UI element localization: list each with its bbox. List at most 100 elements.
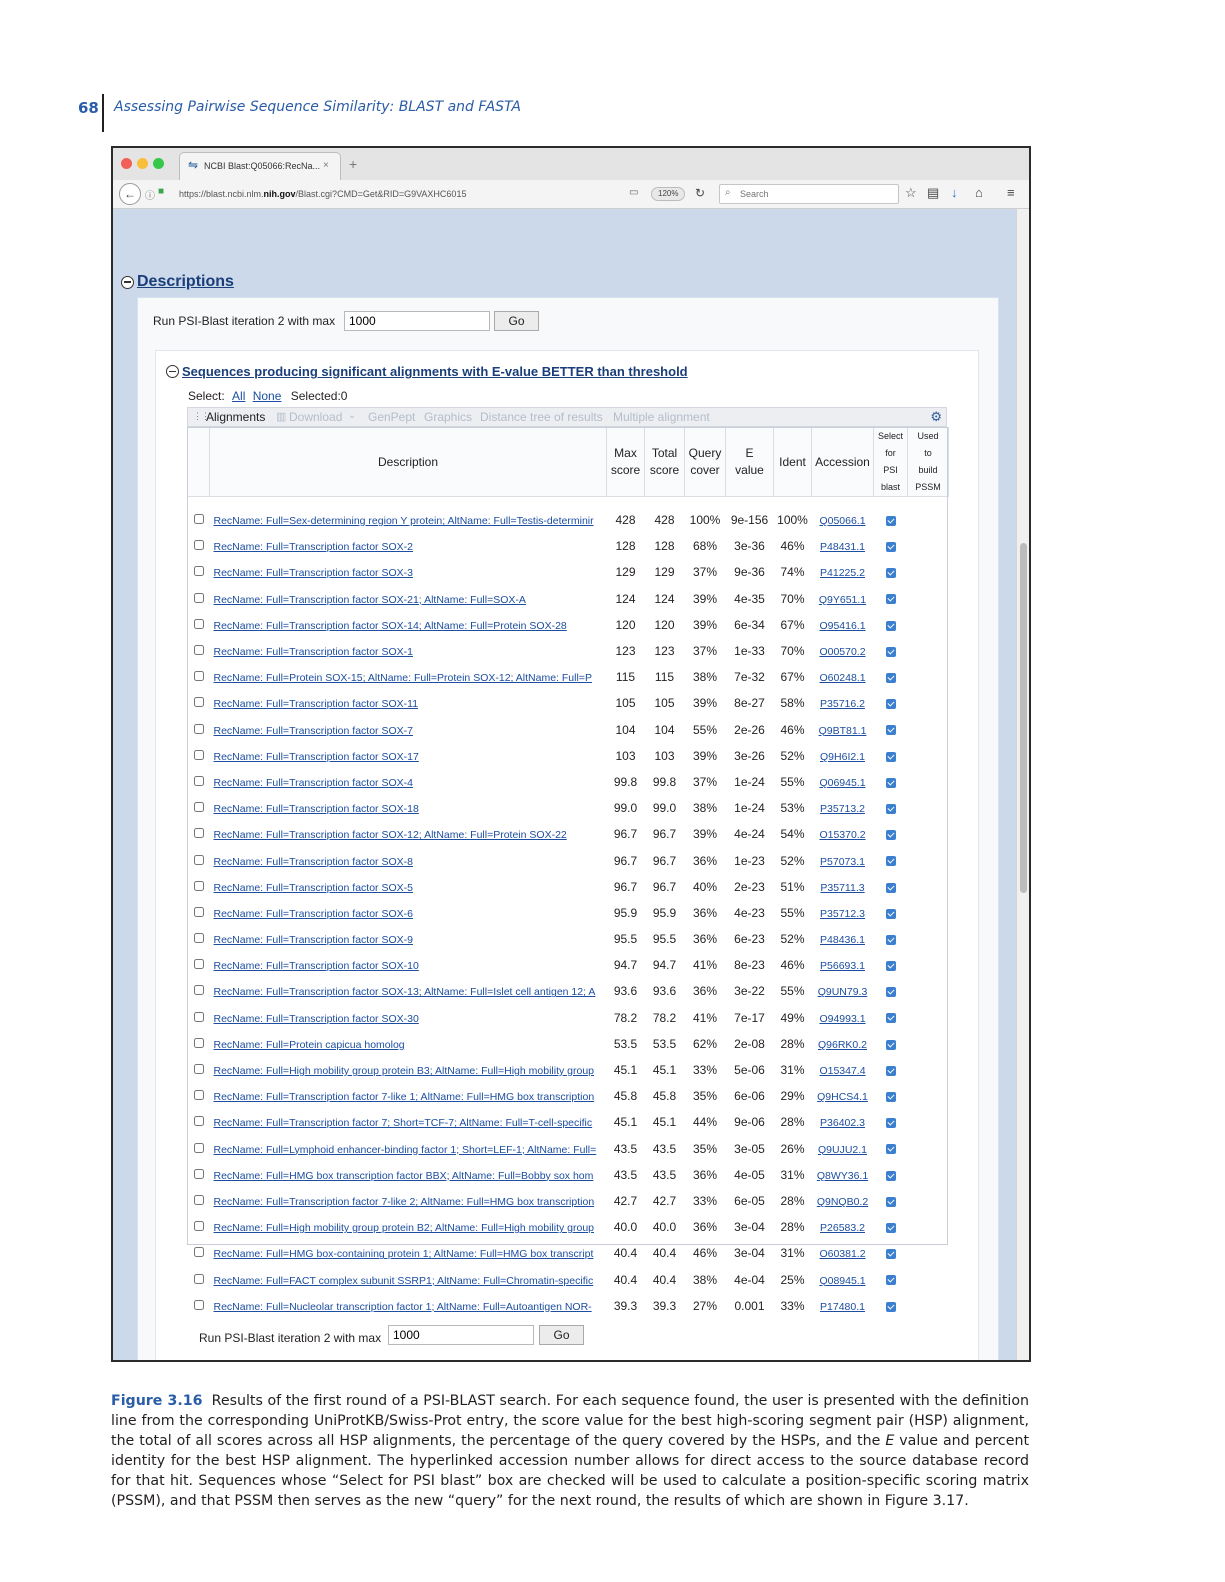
accession-link[interactable]: P35711.3 — [820, 882, 864, 894]
description-link[interactable]: RecName: Full=Protein SOX-15; AltName: F… — [214, 672, 592, 684]
row-select-checkbox[interactable] — [193, 828, 204, 839]
descriptions-title[interactable]: Descriptions — [137, 273, 234, 290]
accession-link[interactable]: O95416.1 — [819, 620, 865, 632]
row-select-checkbox[interactable] — [193, 1142, 204, 1153]
ident-column-header[interactable]: Ident — [773, 427, 812, 497]
accession-link[interactable]: Q96RK0.2 — [818, 1039, 867, 1051]
row-select-checkbox[interactable] — [193, 618, 204, 629]
accession-link[interactable]: Q9HCS4.1 — [817, 1091, 868, 1103]
back-arrow-icon[interactable]: ← — [119, 183, 141, 205]
description-link[interactable]: RecName: Full=Sex-determining region Y p… — [214, 515, 594, 527]
description-link[interactable]: RecName: Full=Lymphoid enhancer-binding … — [214, 1144, 597, 1156]
accession-link[interactable]: P41225.2 — [820, 567, 865, 579]
new-tab-button[interactable]: + — [349, 156, 357, 172]
psi-select-checkbox[interactable] — [885, 542, 896, 553]
psi-select-checkbox[interactable] — [885, 830, 896, 841]
zoom-level[interactable]: 120% — [651, 187, 686, 201]
description-link[interactable]: RecName: Full=Transcription factor SOX-1… — [214, 620, 567, 632]
psi-select-checkbox[interactable] — [885, 594, 896, 605]
description-link[interactable]: RecName: Full=Transcription factor SOX-9 — [214, 934, 413, 946]
description-link[interactable]: RecName: Full=Transcription factor SOX-1… — [214, 698, 419, 710]
description-link[interactable]: RecName: Full=FACT complex subunit SSRP1… — [214, 1275, 594, 1287]
row-select-checkbox[interactable] — [193, 540, 204, 551]
row-select-checkbox[interactable] — [193, 697, 204, 708]
description-link[interactable]: RecName: Full=Protein capicua homolog — [214, 1039, 405, 1051]
psi-select-checkbox[interactable] — [885, 1039, 896, 1050]
accession-link[interactable]: Q9UJU2.1 — [818, 1144, 867, 1156]
psi-select-checkbox[interactable] — [885, 1118, 896, 1129]
collapse-toggle-icon[interactable] — [166, 365, 179, 379]
psi-select-checkbox[interactable] — [885, 646, 896, 657]
accession-link[interactable]: Q08945.1 — [819, 1275, 865, 1287]
reader-view-icon[interactable]: ▭ — [629, 187, 638, 198]
accession-link[interactable]: P35716.2 — [820, 698, 865, 710]
row-select-checkbox[interactable] — [193, 671, 204, 682]
description-link[interactable]: RecName: Full=Transcription factor SOX-1… — [214, 803, 419, 815]
collapse-toggle-icon[interactable] — [121, 275, 134, 289]
close-window-button[interactable] — [121, 158, 132, 169]
psi-select-checkbox[interactable] — [885, 882, 896, 893]
row-select-checkbox[interactable] — [193, 1299, 204, 1310]
psi-select-checkbox[interactable] — [885, 699, 896, 710]
psi-select-checkbox[interactable] — [885, 673, 896, 684]
description-link[interactable]: RecName: Full=Transcription factor SOX-1… — [214, 986, 596, 998]
psi-select-checkbox[interactable] — [885, 1013, 896, 1024]
psi-select-checkbox[interactable] — [885, 961, 896, 972]
description-link[interactable]: RecName: Full=Transcription factor SOX-1… — [214, 751, 419, 763]
multiple-alignment-button[interactable]: Multiple alignment — [613, 410, 710, 424]
row-select-checkbox[interactable] — [193, 933, 204, 944]
accession-link[interactable]: P48436.1 — [820, 934, 865, 946]
psi-select-checkbox[interactable] — [885, 934, 896, 945]
psi-select-checkbox[interactable] — [885, 777, 896, 788]
description-link[interactable]: RecName: Full=HMG box-containing protein… — [214, 1248, 594, 1260]
browser-tab[interactable]: ⇋ NCBI Blast:Q05066:RecNa... × — [179, 152, 341, 181]
psi-select-checkbox[interactable] — [885, 515, 896, 526]
psi-select-checkbox[interactable] — [885, 751, 896, 762]
description-column-header[interactable]: Description — [209, 427, 607, 497]
psi-max-input-bottom[interactable] — [388, 1325, 534, 1345]
accession-link[interactable]: O15370.2 — [819, 829, 865, 841]
psi-select-checkbox[interactable] — [885, 1196, 896, 1207]
psi-select-checkbox[interactable] — [885, 1170, 896, 1181]
description-link[interactable]: RecName: Full=HMG box transcription fact… — [214, 1170, 594, 1182]
graphics-button[interactable]: Graphics — [424, 410, 472, 424]
accession-link[interactable]: O60381.2 — [819, 1248, 865, 1260]
description-link[interactable]: RecName: Full=Transcription factor SOX-5 — [214, 882, 413, 894]
psi-select-checkbox[interactable] — [885, 568, 896, 579]
home-icon[interactable]: ⌂ — [975, 185, 983, 200]
psi-select-checkbox[interactable] — [885, 856, 896, 867]
row-select-checkbox[interactable] — [193, 723, 204, 734]
psi-select-checkbox[interactable] — [885, 1144, 896, 1155]
total-score-column-header[interactable]: Total score — [644, 427, 685, 497]
psi-select-checkbox[interactable] — [885, 1301, 896, 1312]
psi-select-checkbox[interactable] — [885, 908, 896, 919]
row-select-checkbox[interactable] — [193, 1064, 204, 1075]
accession-link[interactable]: P56693.1 — [820, 960, 865, 972]
reading-list-icon[interactable]: ▤ — [927, 185, 939, 201]
psi-select-checkbox[interactable] — [885, 1222, 896, 1233]
psi-select-checkbox[interactable] — [885, 1065, 896, 1076]
row-select-checkbox[interactable] — [193, 1090, 204, 1101]
row-select-checkbox[interactable] — [193, 514, 204, 525]
accession-link[interactable]: Q9Y651.1 — [819, 594, 866, 606]
row-select-checkbox[interactable] — [193, 906, 204, 917]
description-link[interactable]: RecName: Full=Transcription factor SOX-8 — [214, 856, 413, 868]
reload-icon[interactable]: ↻ — [695, 186, 705, 200]
accession-link[interactable]: O15347.4 — [819, 1065, 865, 1077]
row-select-checkbox[interactable] — [193, 1116, 204, 1127]
e-value-column-header[interactable]: Evalue — [725, 427, 774, 497]
description-link[interactable]: RecName: Full=Transcription factor SOX-2… — [214, 594, 526, 606]
psi-select-checkbox[interactable] — [885, 1249, 896, 1260]
psi-select-checkbox[interactable] — [885, 725, 896, 736]
accession-link[interactable]: P17480.1 — [820, 1301, 865, 1313]
accession-link[interactable]: O60248.1 — [819, 672, 865, 684]
accession-link[interactable]: P48431.1 — [820, 541, 865, 553]
accession-link[interactable]: Q06945.1 — [819, 777, 865, 789]
description-link[interactable]: RecName: Full=Transcription factor SOX-1… — [214, 829, 567, 841]
description-link[interactable]: RecName: Full=Transcription factor SOX-1… — [214, 960, 419, 972]
accession-link[interactable]: P35712.3 — [820, 908, 865, 920]
accession-link[interactable]: P35713.2 — [820, 803, 865, 815]
accession-link[interactable]: O94993.1 — [819, 1013, 865, 1025]
description-link[interactable]: RecName: Full=Transcription factor SOX-6 — [214, 908, 413, 920]
description-link[interactable]: RecName: Full=Transcription factor SOX-4 — [214, 777, 413, 789]
